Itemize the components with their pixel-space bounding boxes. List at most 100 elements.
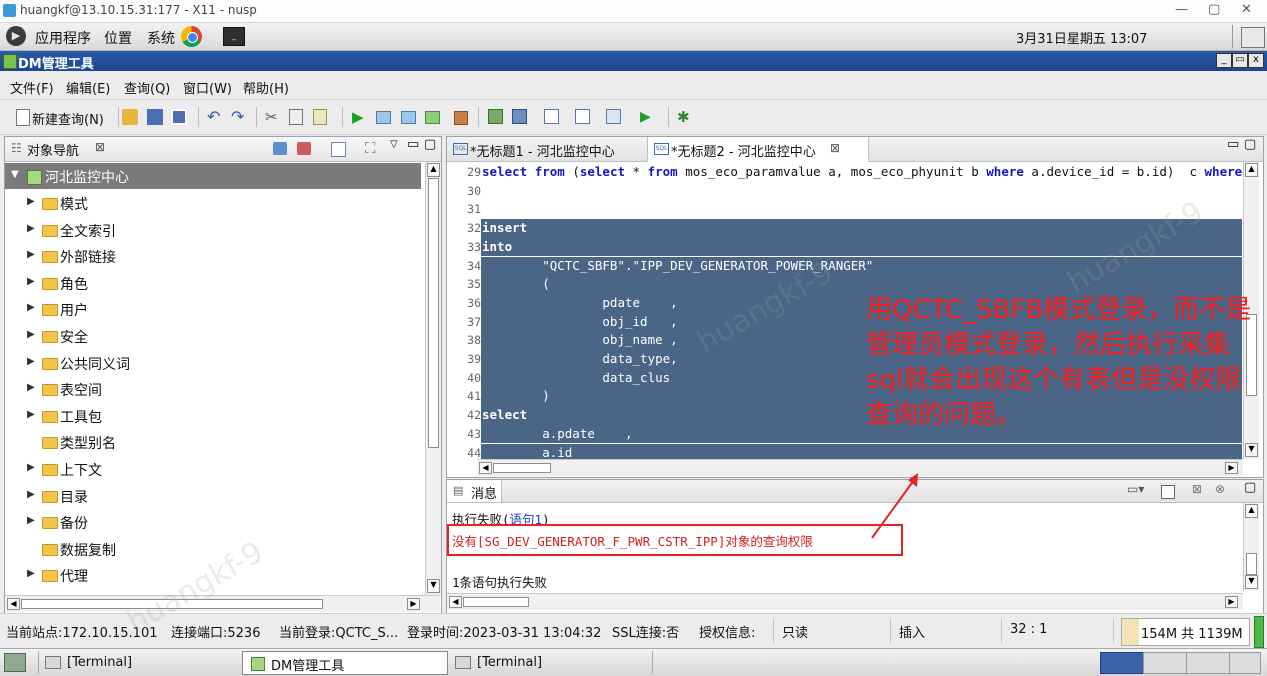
new-query-button[interactable]: 新建查询(N) bbox=[32, 109, 104, 128]
clear-messages-icon[interactable] bbox=[1161, 485, 1175, 499]
code-text[interactable]: obj_name , bbox=[482, 332, 677, 347]
execute-icon[interactable]: ▶ bbox=[352, 109, 368, 125]
menu-query[interactable]: 查询(Q) bbox=[124, 78, 170, 97]
expand-arrow-icon[interactable]: ▶ bbox=[27, 515, 35, 526]
scroll-left-button[interactable]: ◀ bbox=[479, 462, 492, 474]
navigator-close-icon[interactable]: ⊠ bbox=[95, 140, 105, 154]
panel-menu-applications[interactable]: 应用程序 bbox=[35, 28, 91, 48]
workspace-4[interactable] bbox=[1229, 652, 1261, 674]
code-text[interactable]: ) bbox=[482, 388, 550, 403]
expand-arrow-icon[interactable]: ▶ bbox=[27, 329, 35, 340]
commit-icon[interactable] bbox=[488, 109, 503, 124]
menu-edit[interactable]: 编辑(E) bbox=[66, 78, 110, 97]
applications-menu-icon[interactable]: ▶ bbox=[6, 26, 26, 46]
code-text[interactable]: insert bbox=[482, 220, 527, 235]
minimize-button[interactable]: — bbox=[1175, 2, 1188, 17]
code-text[interactable]: obj_id , bbox=[482, 314, 677, 329]
chrome-icon[interactable] bbox=[181, 26, 202, 47]
tab-untitled-2[interactable]: SQL *无标题2 - 河北监控中心 ⊠ bbox=[647, 137, 869, 162]
tree-item[interactable]: ▶ 全文索引 bbox=[5, 217, 425, 243]
expand-arrow-icon[interactable]: ▶ bbox=[27, 302, 35, 313]
code-text[interactable]: data_type, bbox=[482, 351, 677, 366]
redo-icon[interactable]: ↷ bbox=[231, 109, 247, 125]
expand-arrow-icon[interactable]: ▶ bbox=[27, 196, 35, 207]
scroll-thumb[interactable] bbox=[463, 597, 529, 607]
code-text[interactable]: select from (select * from mos_eco_param… bbox=[482, 164, 1242, 179]
tree-item[interactable]: ▶ 上下文 bbox=[5, 456, 425, 482]
remove-all-icon[interactable]: ⊗ bbox=[1215, 482, 1225, 496]
maximize-button[interactable]: ▢ bbox=[1208, 2, 1220, 17]
pin-icon[interactable]: ⊠ bbox=[1192, 482, 1202, 496]
navigator-vscrollbar[interactable]: ▲ ▼ bbox=[425, 162, 441, 595]
menu-window[interactable]: 窗口(W) bbox=[183, 78, 232, 97]
panel-clock[interactable]: 3月31日星期五 13:07 bbox=[1016, 28, 1147, 47]
maximize-view-icon[interactable]: ▢ bbox=[424, 137, 436, 152]
tab-close-icon[interactable]: ⊠ bbox=[830, 141, 840, 155]
code-text[interactable]: into bbox=[482, 239, 512, 254]
save-icon[interactable] bbox=[147, 109, 163, 125]
scroll-down-button[interactable]: ▼ bbox=[1245, 575, 1258, 589]
close-button[interactable]: ✕ bbox=[1241, 2, 1252, 17]
messages-hscrollbar[interactable]: ◀ ▶ bbox=[447, 593, 1243, 610]
expand-arrow-icon[interactable]: ▶ bbox=[27, 462, 35, 473]
gc-indicator[interactable] bbox=[1254, 616, 1264, 648]
messages-vscrollbar[interactable]: ▲ ▼ bbox=[1243, 503, 1259, 591]
tree-item[interactable]: ▶ 目录 bbox=[5, 483, 425, 509]
task-dm-tool[interactable]: DM管理工具 bbox=[242, 651, 448, 675]
rollback-icon[interactable] bbox=[512, 109, 527, 124]
tab-messages[interactable]: ▤ 消息 bbox=[447, 480, 502, 502]
code-text[interactable]: a.pdate , bbox=[482, 426, 632, 441]
tree-item[interactable]: ▶ 工具包 bbox=[5, 403, 425, 429]
calendar-icon[interactable] bbox=[575, 109, 590, 124]
scroll-right-button[interactable]: ▶ bbox=[1225, 462, 1238, 474]
code-text[interactable]: a.id bbox=[482, 445, 572, 460]
scroll-thumb[interactable] bbox=[21, 599, 323, 609]
format-icon[interactable] bbox=[606, 109, 621, 124]
expand-arrow-icon[interactable]: ▶ bbox=[27, 489, 35, 500]
tree-item[interactable]: ▶ 表空间 bbox=[5, 376, 425, 402]
terminal-launcher-icon[interactable]: _ bbox=[223, 27, 245, 46]
minimize-view-icon[interactable]: ▭ bbox=[407, 137, 419, 152]
code-text[interactable]: select bbox=[482, 407, 527, 422]
execute-selected-icon[interactable] bbox=[425, 111, 440, 124]
refresh-icon[interactable] bbox=[331, 142, 346, 157]
expand-arrow-icon[interactable]: ▶ bbox=[27, 249, 35, 260]
code-text[interactable]: data_clus bbox=[482, 370, 670, 385]
expand-arrow-icon[interactable]: ▶ bbox=[27, 276, 35, 287]
maximize-editor-icon[interactable]: ▢ bbox=[1244, 137, 1256, 152]
tree-item[interactable]: ▶ 模式 bbox=[5, 190, 425, 216]
scroll-left-button[interactable]: ◀ bbox=[7, 598, 20, 610]
result-grid-icon[interactable] bbox=[544, 109, 559, 124]
tree-item[interactable]: ▶ 代理 bbox=[5, 562, 425, 588]
scroll-thumb[interactable] bbox=[428, 178, 439, 448]
minimize-editor-icon[interactable]: ▭ bbox=[1227, 137, 1239, 152]
step-icon[interactable]: ▶ bbox=[640, 109, 656, 125]
debug-icon[interactable]: ✱ bbox=[677, 109, 693, 125]
save-all-icon[interactable] bbox=[171, 109, 187, 125]
tab-untitled-1[interactable]: SQL *无标题1 - 河北监控中心 bbox=[447, 137, 637, 161]
tree-item[interactable]: 类型别名 bbox=[5, 429, 425, 455]
memory-gauge[interactable]: 154M 共 1139M bbox=[1121, 618, 1250, 646]
expand-arrow-icon[interactable]: ▶ bbox=[27, 382, 35, 393]
stop-icon[interactable] bbox=[454, 111, 468, 125]
connect-icon[interactable] bbox=[273, 142, 287, 155]
disconnect-icon[interactable] bbox=[297, 142, 311, 155]
workspace-1[interactable] bbox=[1100, 652, 1144, 674]
menu-help[interactable]: 帮助(H) bbox=[243, 78, 289, 97]
execute-script-icon[interactable] bbox=[376, 111, 391, 124]
scroll-up-button[interactable]: ▲ bbox=[1245, 163, 1258, 177]
task-terminal-2[interactable]: [Terminal] bbox=[449, 651, 653, 673]
panel-menu-system[interactable]: 系统 bbox=[147, 28, 175, 48]
tree-root-row[interactable]: ▼ 河北监控中心 bbox=[5, 163, 421, 189]
panel-menu-places[interactable]: 位置 bbox=[104, 28, 132, 48]
expand-arrow-icon[interactable]: ▶ bbox=[27, 223, 35, 234]
scroll-up-button[interactable]: ▲ bbox=[427, 163, 440, 177]
code-text[interactable]: "QCTC_SBFB"."IPP_DEV_GENERATOR_POWER_RAN… bbox=[482, 258, 873, 273]
mdi-minimize-button[interactable]: _ bbox=[1216, 53, 1232, 68]
scroll-right-button[interactable]: ▶ bbox=[1225, 596, 1238, 608]
open-file-icon[interactable] bbox=[122, 109, 138, 125]
keyboard-indicator-icon[interactable] bbox=[1241, 27, 1265, 48]
expand-arrow-icon[interactable]: ▶ bbox=[27, 356, 35, 367]
tree-item[interactable]: ▶ 备份 bbox=[5, 509, 425, 535]
mdi-close-button[interactable]: x bbox=[1248, 53, 1264, 68]
